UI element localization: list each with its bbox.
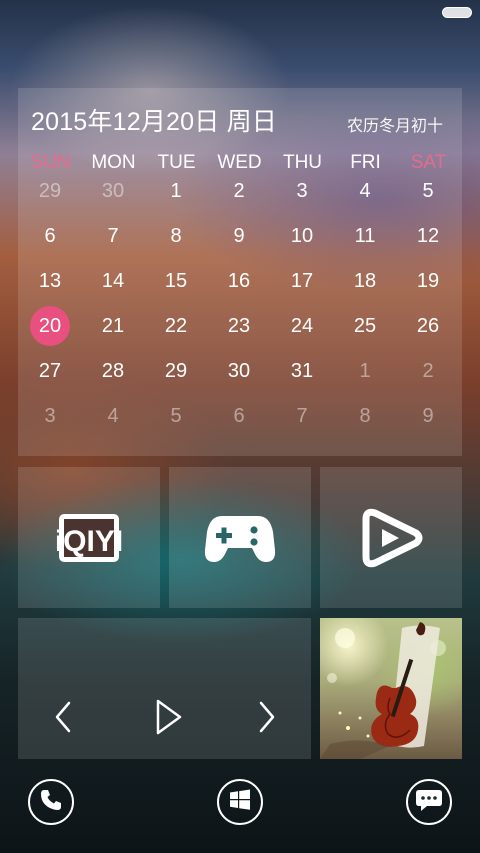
- calendar-day[interactable]: 30: [93, 171, 133, 211]
- calendar-day[interactable]: 2: [408, 351, 448, 391]
- calendar-day[interactable]: 28: [93, 351, 133, 391]
- calendar-day[interactable]: 31: [282, 351, 322, 391]
- calendar-date-title: 2015年12月20日 周日: [31, 108, 277, 136]
- windows-button[interactable]: [217, 779, 263, 825]
- calendar-day[interactable]: 22: [156, 306, 196, 346]
- phone-icon: [39, 788, 63, 817]
- calendar-day[interactable]: 19: [408, 261, 448, 301]
- iqiyi-logo-text: iQIYI: [56, 525, 122, 558]
- calendar-day[interactable]: 2: [219, 171, 259, 211]
- calendar-day[interactable]: 8: [345, 396, 385, 436]
- calendar-day[interactable]: 27: [30, 351, 70, 391]
- calendar-day[interactable]: 5: [408, 171, 448, 211]
- calendar-day[interactable]: 7: [282, 396, 322, 436]
- calendar-lunar-date: 农历冬月初十: [346, 118, 443, 135]
- photo-tile-violin[interactable]: [320, 618, 462, 759]
- phone-button[interactable]: [28, 779, 74, 825]
- chevron-left-icon[interactable]: [54, 701, 72, 738]
- calendar-day-today[interactable]: 20: [30, 306, 70, 346]
- calendar-day[interactable]: 1: [345, 351, 385, 391]
- calendar-day[interactable]: 14: [93, 261, 133, 301]
- calendar-day[interactable]: 24: [282, 306, 322, 346]
- calendar-day[interactable]: 9: [408, 396, 448, 436]
- calendar-day[interactable]: 9: [219, 216, 259, 256]
- calendar-day[interactable]: 26: [408, 306, 448, 346]
- calendar-day[interactable]: 16: [219, 261, 259, 301]
- calendar-day[interactable]: 29: [30, 171, 70, 211]
- calendar-day[interactable]: 11: [345, 216, 385, 256]
- calendar-day[interactable]: 30: [219, 351, 259, 391]
- windows-logo-icon: [228, 788, 252, 817]
- tile-iqiyi[interactable]: iQIYI: [18, 467, 160, 608]
- calendar-day[interactable]: 4: [93, 396, 133, 436]
- battery-indicator: [442, 7, 472, 18]
- calendar-day[interactable]: 3: [30, 396, 70, 436]
- calendar-day[interactable]: 8: [156, 216, 196, 256]
- calendar-day[interactable]: 1: [156, 171, 196, 211]
- calendar-day[interactable]: 12: [408, 216, 448, 256]
- calendar-day[interactable]: 15: [156, 261, 196, 301]
- tile-games[interactable]: [169, 467, 311, 608]
- calendar-day[interactable]: 25: [345, 306, 385, 346]
- messages-button[interactable]: [406, 779, 452, 825]
- iqiyi-logo-icon: iQIYI: [18, 467, 160, 608]
- calendar-day[interactable]: 4: [345, 171, 385, 211]
- play-icon[interactable]: [155, 699, 183, 740]
- calendar-day[interactable]: 10: [282, 216, 322, 256]
- calendar-widget[interactable]: 2015年12月20日 周日 农历冬月初十 SUN MON TUE WED THU FRI…: [18, 88, 462, 456]
- chat-bubble-icon: [415, 787, 443, 818]
- calendar-day[interactable]: 6: [219, 396, 259, 436]
- calendar-day[interactable]: 6: [30, 216, 70, 256]
- music-player-widget: [18, 618, 311, 759]
- calendar-day[interactable]: 13: [30, 261, 70, 301]
- calendar-day[interactable]: 23: [219, 306, 259, 346]
- calendar-day[interactable]: 21: [93, 306, 133, 346]
- gamepad-icon: [169, 467, 311, 608]
- violin-image: [320, 622, 446, 759]
- calendar-day[interactable]: 29: [156, 351, 196, 391]
- chevron-right-icon[interactable]: [258, 701, 276, 738]
- calendar-day[interactable]: 5: [156, 396, 196, 436]
- calendar-day[interactable]: 3: [282, 171, 322, 211]
- calendar-day[interactable]: 17: [282, 261, 322, 301]
- tile-video[interactable]: [320, 467, 462, 608]
- calendar-day[interactable]: 18: [345, 261, 385, 301]
- calendar-day[interactable]: 7: [93, 216, 133, 256]
- video-play-icon: [320, 467, 462, 608]
